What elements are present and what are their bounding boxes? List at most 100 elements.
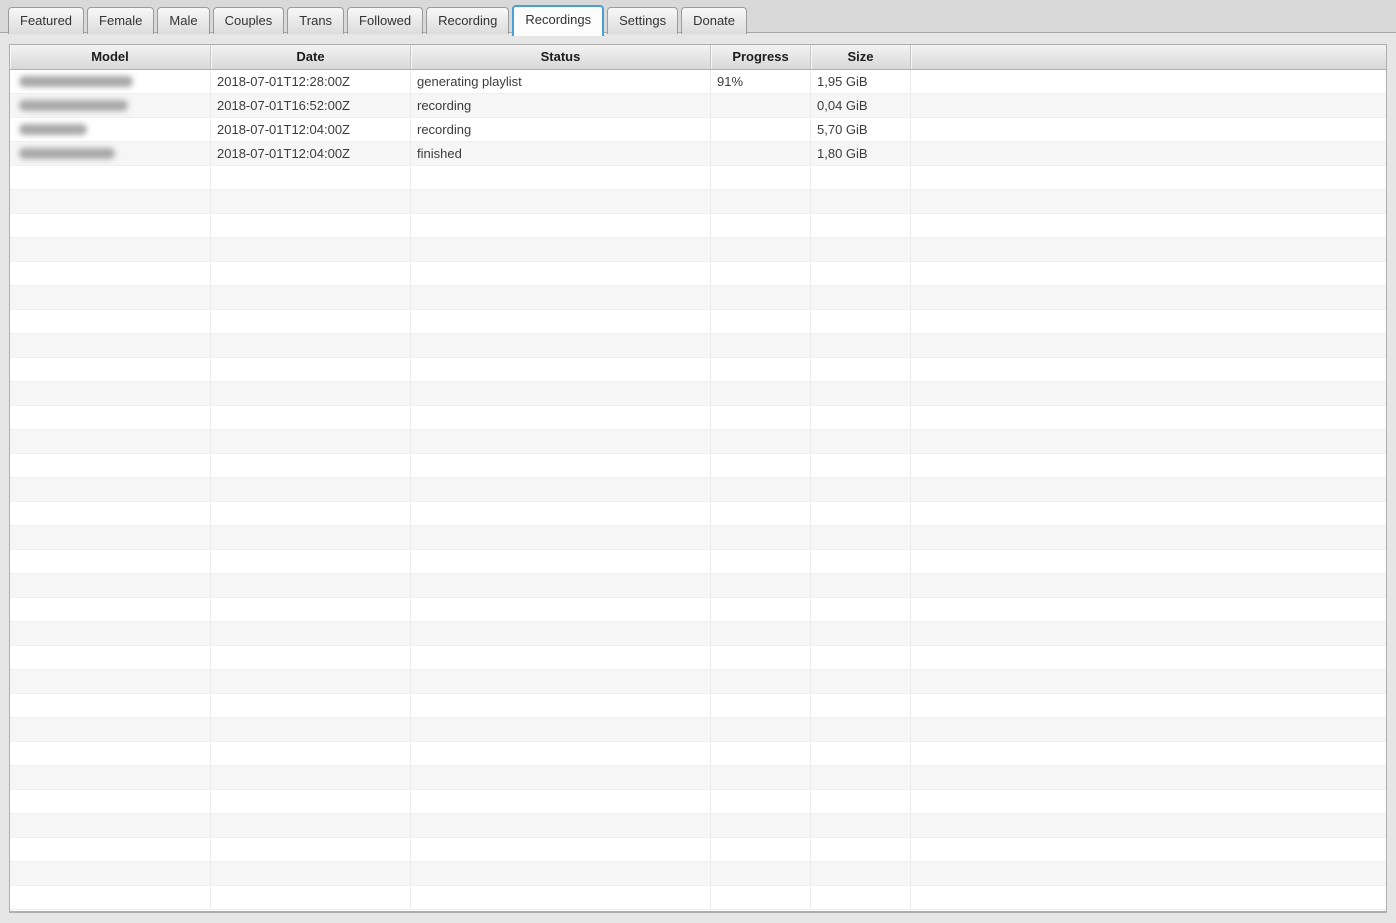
table-row-empty[interactable] [10,742,1386,766]
cell-date [211,766,411,790]
cell-size [811,406,911,430]
cell-size [811,670,911,694]
cell-status [411,670,711,694]
cell-extra [911,70,1386,94]
cell-progress [711,862,811,886]
cell-extra [911,574,1386,598]
column-header-model[interactable]: Model [10,45,211,69]
table-row-empty[interactable] [10,622,1386,646]
tab-recording[interactable]: Recording [426,7,510,34]
cell-status: generating playlist [411,70,711,94]
cell-status [411,286,711,310]
cell-size [811,574,911,598]
table-row[interactable]: 2018-07-01T12:04:00Z finished 1,80 GiB [10,142,1386,166]
cell-status [411,622,711,646]
table-row-empty[interactable] [10,838,1386,862]
table-row-empty[interactable] [10,166,1386,190]
column-header-size[interactable]: Size [811,45,911,69]
table-row-empty[interactable] [10,646,1386,670]
table-row[interactable]: 2018-07-01T12:28:00Z generating playlist… [10,70,1386,94]
cell-model [10,118,211,142]
table-row-empty[interactable] [10,286,1386,310]
cell-size [811,694,911,718]
cell-model [10,358,211,382]
cell-size [811,550,911,574]
table-row[interactable]: 2018-07-01T12:04:00Z recording 5,70 GiB [10,118,1386,142]
column-header-status[interactable]: Status [411,45,711,69]
cell-date [211,742,411,766]
tab-donate[interactable]: Donate [681,7,748,34]
table-row-empty[interactable] [10,310,1386,334]
table-row-empty[interactable] [10,214,1386,238]
table-row-empty[interactable] [10,430,1386,454]
cell-date [211,166,411,190]
cell-date [211,502,411,526]
table-row-empty[interactable] [10,718,1386,742]
cell-extra [911,238,1386,262]
tab-trans[interactable]: Trans [287,7,345,34]
column-header-progress[interactable]: Progress [711,45,811,69]
table-row-empty[interactable] [10,478,1386,502]
cell-date [211,550,411,574]
cell-date: 2018-07-01T12:04:00Z [211,142,411,166]
table-row-empty[interactable] [10,598,1386,622]
table-row-empty[interactable] [10,574,1386,598]
table-row-empty[interactable] [10,334,1386,358]
cell-date [211,334,411,358]
table-row-empty[interactable] [10,886,1386,910]
table-row-empty[interactable] [10,550,1386,574]
cell-progress [711,166,811,190]
cell-date [211,646,411,670]
tab-male[interactable]: Male [157,7,210,34]
cell-date [211,622,411,646]
tab-bar: Featured Female Male Couples Trans Followed Re… [0,0,1396,36]
cell-status [411,478,711,502]
table-row-empty[interactable] [10,454,1386,478]
table-row-empty[interactable] [10,694,1386,718]
table-row-empty[interactable] [10,670,1386,694]
table-row[interactable]: 2018-07-01T16:52:00Z recording 0,04 GiB [10,94,1386,118]
cell-model [10,838,211,862]
cell-date [211,214,411,238]
table-row-empty[interactable] [10,238,1386,262]
table-row-empty[interactable] [10,502,1386,526]
cell-date [211,694,411,718]
table-row-empty[interactable] [10,358,1386,382]
cell-model [10,190,211,214]
table-row-empty[interactable] [10,190,1386,214]
tab-featured[interactable]: Featured [8,7,85,34]
cell-size [811,454,911,478]
cell-status [411,862,711,886]
cell-date [211,670,411,694]
column-header[interactable] [911,45,1386,69]
table-row-empty[interactable] [10,814,1386,838]
table-row-empty[interactable] [10,862,1386,886]
cell-extra [911,166,1386,190]
tab-recordings[interactable]: Recordings [512,5,605,36]
tab-female[interactable]: Female [87,7,155,34]
cell-progress [711,382,811,406]
cell-status [411,814,711,838]
cell-progress [711,814,811,838]
table-row-empty[interactable] [10,382,1386,406]
column-header-date[interactable]: Date [211,45,411,69]
cell-progress [711,502,811,526]
cell-date [211,886,411,910]
cell-status [411,358,711,382]
cell-date [211,598,411,622]
table-row-empty[interactable] [10,262,1386,286]
cell-model [10,214,211,238]
tab-followed[interactable]: Followed [347,7,424,34]
cell-status [411,406,711,430]
tab-couples[interactable]: Couples [212,7,285,34]
table-row-empty[interactable] [10,790,1386,814]
cell-extra [911,118,1386,142]
tab-settings[interactable]: Settings [607,7,679,34]
cell-date [211,406,411,430]
cell-date [211,790,411,814]
table-row-empty[interactable] [10,406,1386,430]
table-row-empty[interactable] [10,766,1386,790]
table-row-empty[interactable] [10,526,1386,550]
table-body: 2018-07-01T12:28:00Z generating playlist… [10,70,1386,910]
cell-size [811,646,911,670]
